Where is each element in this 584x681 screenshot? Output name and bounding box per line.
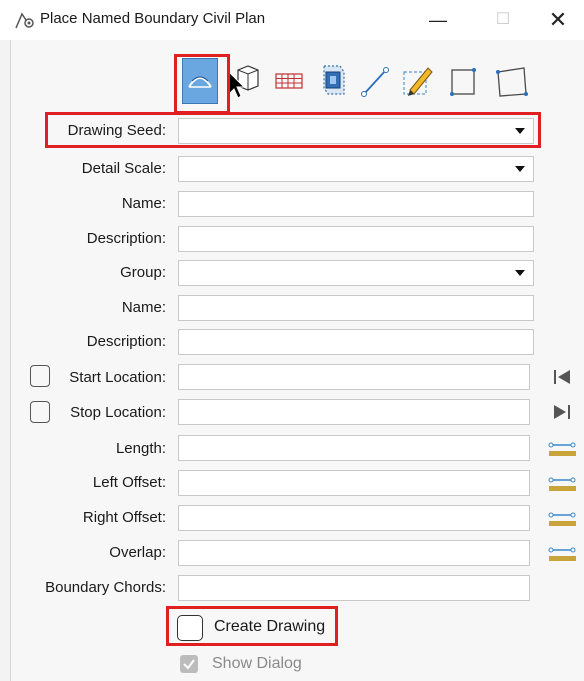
- grid-tool-button[interactable]: [272, 58, 306, 102]
- left-offset-input[interactable]: [178, 470, 530, 496]
- drawing-seed-dropdown[interactable]: [178, 118, 534, 144]
- measure-distance-icon[interactable]: [548, 540, 578, 566]
- stop-location-checkbox[interactable]: [30, 401, 50, 423]
- name-input[interactable]: [178, 191, 534, 217]
- square-icon: [450, 68, 476, 96]
- square-tool-button[interactable]: [446, 58, 480, 102]
- right-offset-input[interactable]: [178, 505, 530, 531]
- volume-icon: [323, 65, 345, 95]
- length-label: Length:: [115, 440, 166, 457]
- stop-location-input[interactable]: [178, 399, 530, 425]
- maximize-icon: ☐: [495, 11, 511, 28]
- civil-plan-icon: [188, 76, 212, 88]
- pencil-tool-button[interactable]: [400, 58, 434, 102]
- chevron-down-icon: [515, 270, 525, 276]
- right-offset-label: Right Offset:: [82, 509, 166, 526]
- description-input[interactable]: [178, 226, 534, 252]
- skip-to-start-icon[interactable]: [548, 364, 578, 390]
- measure-distance-icon[interactable]: [548, 435, 578, 461]
- start-location-label: Start Location:: [69, 369, 166, 386]
- chevron-down-icon: [515, 166, 525, 172]
- line-icon: [361, 67, 389, 97]
- measure-distance-icon[interactable]: [548, 505, 578, 531]
- detail-scale-dropdown[interactable]: [178, 156, 534, 182]
- title-bar: Place Named Boundary Civil Plan — ☐ ✕: [0, 0, 584, 40]
- civil-plan-tool-button[interactable]: [182, 58, 218, 104]
- skew-square-icon: [496, 67, 528, 97]
- group-label: Group:: [120, 264, 166, 281]
- stop-location-label: Stop Location:: [70, 404, 166, 421]
- name-label: Name:: [121, 195, 166, 212]
- maximize-button[interactable]: ☐: [488, 6, 518, 34]
- group-description-input[interactable]: [178, 329, 534, 355]
- line-tool-button[interactable]: [358, 58, 392, 102]
- checkmark-icon: [183, 659, 195, 670]
- start-location-checkbox[interactable]: [30, 365, 50, 387]
- window-title: Place Named Boundary Civil Plan: [40, 10, 266, 27]
- show-dialog-label: Show Dialog: [212, 655, 302, 672]
- volume-tool-button[interactable]: [316, 58, 350, 102]
- named-boundary-app-icon: [15, 12, 34, 29]
- description-label: Description:: [86, 230, 166, 247]
- minimize-icon: —: [429, 10, 447, 30]
- left-offset-label: Left Offset:: [92, 474, 166, 491]
- pointer-tool-button[interactable]: [226, 58, 260, 102]
- pointer-cube-icon: [228, 65, 259, 99]
- close-icon: ✕: [548, 7, 568, 32]
- drawing-seed-label: Drawing Seed:: [67, 122, 166, 139]
- create-drawing-label: Create Drawing: [214, 618, 326, 635]
- start-location-input[interactable]: [178, 364, 530, 390]
- chevron-down-icon: [515, 128, 525, 134]
- grid-icon: [275, 73, 303, 89]
- overlap-label: Overlap:: [109, 544, 166, 561]
- measure-distance-icon[interactable]: [548, 470, 578, 496]
- skip-to-end-icon[interactable]: [548, 399, 578, 425]
- length-input[interactable]: [178, 435, 530, 461]
- boundary-chords-input[interactable]: [178, 575, 530, 601]
- show-dialog-checkbox: [180, 655, 198, 673]
- boundary-chords-label: Boundary Chords:: [45, 579, 166, 596]
- group-name-label: Name:: [121, 299, 166, 316]
- skew-square-tool-button[interactable]: [492, 58, 528, 102]
- create-drawing-checkbox[interactable]: [177, 615, 203, 641]
- detail-scale-label: Detail Scale:: [81, 160, 166, 177]
- group-dropdown[interactable]: [178, 260, 534, 286]
- group-description-label: Description:: [86, 333, 166, 350]
- close-button[interactable]: ✕: [543, 6, 573, 34]
- pencil-icon: [403, 67, 433, 96]
- group-name-input[interactable]: [178, 295, 534, 321]
- minimize-button[interactable]: —: [423, 6, 453, 34]
- overlap-input[interactable]: [178, 540, 530, 566]
